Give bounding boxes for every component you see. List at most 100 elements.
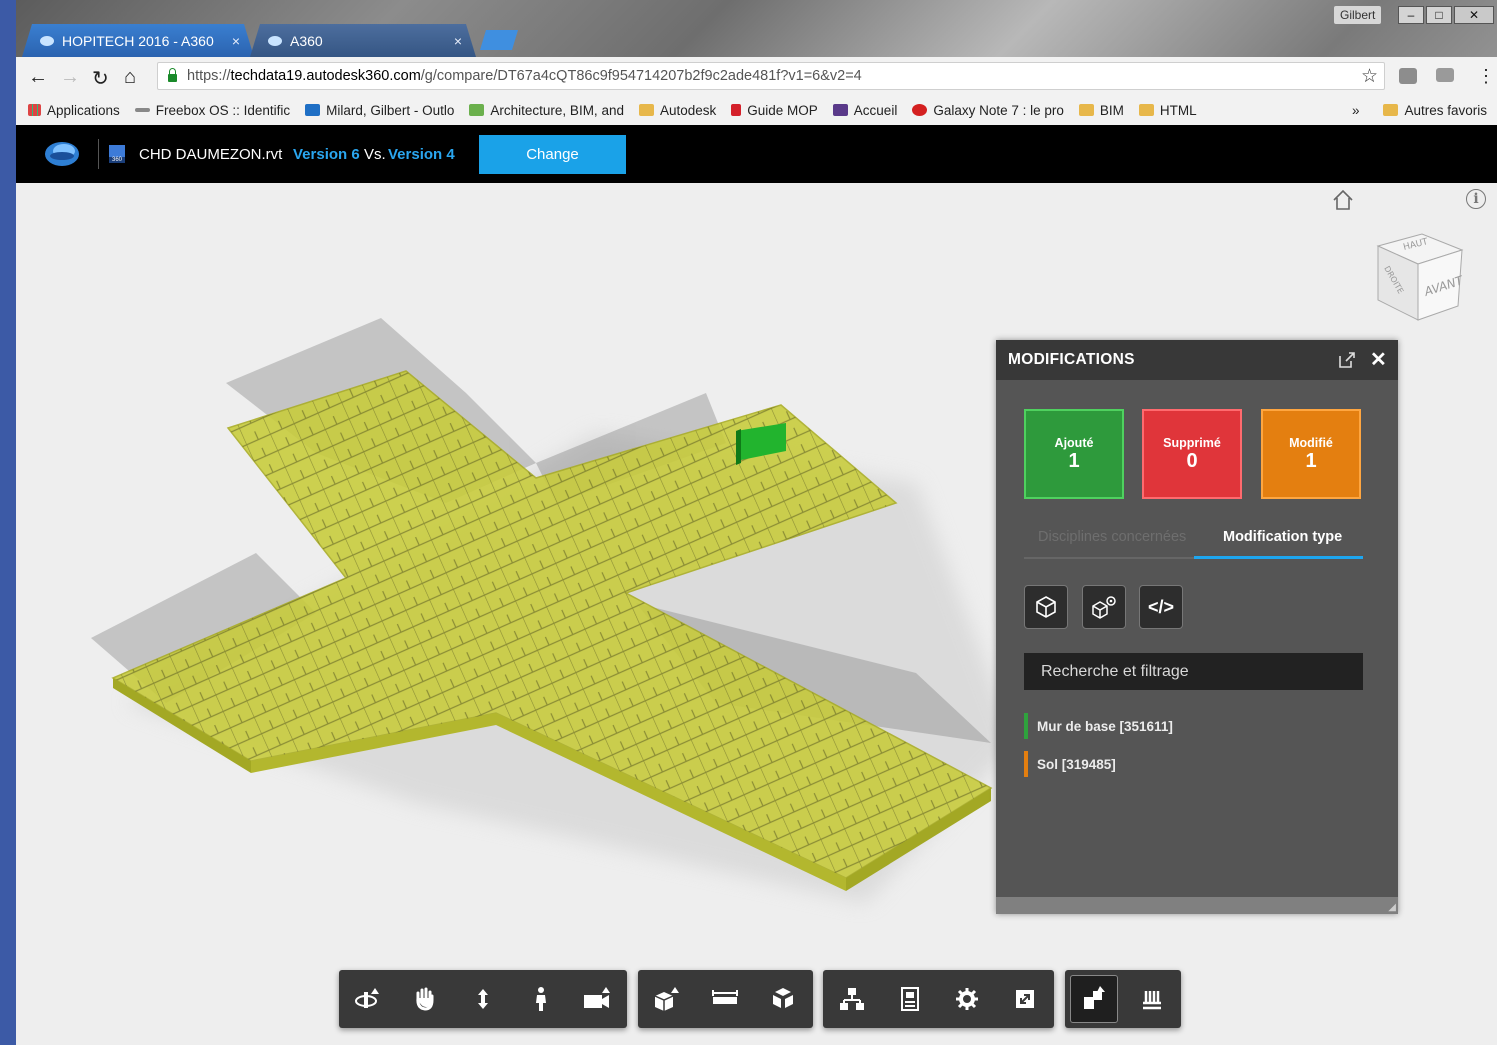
tab-hopitech[interactable]: HOPITECH 2016 - A360 × [22, 24, 254, 57]
url-path: /g/compare/DT67a4cQT86c9f954714207b2f9c2… [420, 68, 862, 84]
stat-label: Supprimé [1163, 435, 1221, 450]
menu-icon[interactable]: ⋮ [1477, 66, 1495, 87]
active-tab-indicator [1194, 556, 1363, 559]
bookmark-label: BIM [1099, 102, 1124, 118]
properties-icon[interactable] [881, 970, 939, 1028]
removed-count-tile[interactable]: Supprimé 0 [1142, 409, 1242, 499]
bookmark-architecture[interactable]: Architecture, BIM, and [469, 103, 624, 118]
stat-value: 1 [1305, 449, 1317, 472]
code-filter-button[interactable]: </> [1139, 585, 1183, 629]
folder-icon [1138, 104, 1154, 116]
window-left-edge [0, 0, 16, 1045]
close-window-button[interactable]: ✕ [1454, 6, 1494, 24]
bookmark-applications[interactable]: Applications [28, 103, 120, 118]
change-list-item[interactable]: Sol [319485] [1024, 751, 1116, 777]
tab-close-icon[interactable]: × [454, 33, 462, 49]
freebox-icon [134, 108, 150, 112]
property-filter-button[interactable] [1082, 585, 1126, 629]
compare-icon[interactable] [1065, 970, 1123, 1028]
bookmark-star-icon[interactable]: ☆ [1361, 65, 1378, 88]
change-button[interactable]: Change [479, 135, 626, 174]
maximize-button[interactable]: □ [1426, 6, 1452, 24]
settings-icon[interactable] [939, 970, 997, 1028]
stat-label: Modifié [1289, 435, 1333, 450]
explode-icon[interactable] [754, 970, 812, 1028]
new-tab-button[interactable] [480, 30, 518, 50]
bookmark-bim[interactable]: BIM [1078, 102, 1124, 118]
modified-count-tile[interactable]: Modifié 1 [1261, 409, 1361, 499]
back-icon[interactable]: ← [28, 66, 48, 89]
a360-logo-icon[interactable] [44, 139, 80, 167]
close-icon[interactable]: ✕ [1370, 347, 1387, 372]
orbit-icon[interactable] [339, 970, 397, 1028]
minimize-button[interactable]: – [1398, 6, 1424, 24]
cubes-gear-icon [1092, 596, 1116, 619]
tab-a360[interactable]: A360 × [250, 24, 476, 57]
bookmark-accueil[interactable]: Accueil [832, 102, 898, 118]
app-header: CHD DAUMEZON.rvt Version 6 Vs. Version 4… [16, 125, 1497, 183]
home-view-icon[interactable] [1330, 187, 1356, 213]
bookmarks-overflow-button[interactable]: » [1352, 103, 1360, 118]
section-box-icon[interactable] [638, 970, 696, 1028]
levels-icon[interactable] [1123, 970, 1181, 1028]
bookmark-html[interactable]: HTML [1138, 102, 1197, 118]
other-bookmarks[interactable]: Autres favoris [1383, 103, 1487, 118]
home-browser-icon[interactable]: ⌂ [124, 66, 136, 89]
reload-icon[interactable]: ↻ [92, 66, 109, 91]
tools-toolbar-group [638, 970, 813, 1028]
info-icon[interactable]: i [1466, 189, 1486, 209]
viewcube-icon[interactable]: HAUT AVANT DROITE [1370, 228, 1470, 328]
outlook-icon [305, 104, 321, 116]
change-item-label: Mur de base [351611] [1037, 718, 1173, 734]
added-count-tile[interactable]: Ajouté 1 [1024, 409, 1124, 499]
zoom-icon[interactable] [454, 970, 512, 1028]
popout-icon[interactable] [1338, 351, 1356, 369]
model-browser-icon[interactable] [823, 970, 881, 1028]
bookmark-label: Applications [47, 102, 120, 118]
apps-grid-icon [28, 104, 41, 116]
resize-grip-icon[interactable]: ◢ [1388, 902, 1396, 913]
stat-value: 1 [1068, 449, 1080, 472]
url-host: techdata19.autodesk360.com [230, 68, 421, 84]
bookmark-label: Autodesk [659, 102, 717, 118]
bookmark-galaxy[interactable]: Galaxy Note 7 : le pro [912, 103, 1064, 118]
bookmark-freebox[interactable]: Freebox OS :: Identific [134, 103, 290, 118]
element-filter-button[interactable] [1024, 585, 1068, 629]
fullscreen-icon[interactable] [996, 970, 1054, 1028]
navigation-toolbar-group [339, 970, 627, 1028]
address-bar[interactable]: https://techdata19.autodesk360.com/g/com… [157, 62, 1385, 90]
camera-icon[interactable] [569, 970, 627, 1028]
bookmark-autodesk[interactable]: Autodesk [638, 102, 717, 118]
tab-disciplines[interactable]: Disciplines concernées [1038, 529, 1186, 545]
panel-footer: ◢ [996, 897, 1398, 914]
site-icon [912, 104, 928, 116]
bookmarks-bar: Applications Freebox OS :: Identific Mil… [16, 95, 1497, 125]
forward-icon[interactable]: → [60, 66, 80, 89]
bookmark-guide-mop[interactable]: Guide MOP [731, 103, 818, 118]
bookmark-label: HTML [1159, 102, 1197, 118]
panel-header[interactable]: MODIFICATIONS ✕ [996, 340, 1398, 380]
change-list-item[interactable]: Mur de base [351611] [1024, 713, 1173, 739]
search-filter-input[interactable] [1024, 653, 1363, 690]
file-name: CHD DAUMEZON.rvt [139, 146, 283, 163]
change-item-label: Sol [319485] [1037, 756, 1116, 772]
tab-close-icon[interactable]: × [232, 33, 240, 49]
version-b-link[interactable]: Version 4 [388, 146, 455, 163]
version-a-link[interactable]: Version 6 [293, 146, 360, 163]
settings-toolbar-group [823, 970, 1054, 1028]
url-scheme: https:// [187, 68, 231, 84]
site-icon [731, 104, 742, 116]
bookmark-label: Accueil [853, 102, 898, 118]
lock-icon [168, 68, 177, 82]
tab-modification-type[interactable]: Modification type [1223, 529, 1342, 545]
folder-icon [1383, 104, 1399, 116]
header-divider [98, 139, 99, 169]
pan-icon[interactable] [397, 970, 455, 1028]
profile-button[interactable]: Gilbert [1334, 6, 1382, 24]
bookmark-outlook[interactable]: Milard, Gilbert - Outlo [305, 103, 454, 118]
model-viewer[interactable]: i HAUT AVANT DROITE MODIFICATIONS ✕ Ajou… [16, 183, 1497, 1045]
extension-icon[interactable] [1399, 68, 1417, 84]
cast-icon[interactable] [1436, 68, 1454, 82]
measure-icon[interactable] [696, 970, 754, 1028]
first-person-icon[interactable] [512, 970, 570, 1028]
